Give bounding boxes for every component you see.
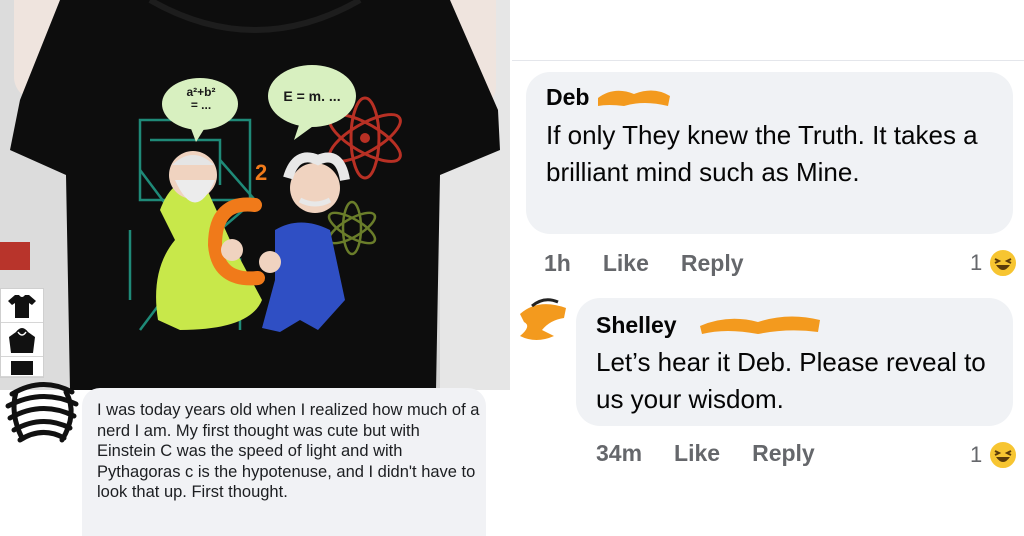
product-photo: a²+b² = ... E = m. ... 2 C <box>0 0 510 390</box>
pythagoras-bubble-text: a²+b² = ... <box>186 85 216 112</box>
variant-swatches <box>0 288 44 378</box>
comment-actions: 34m Like Reply <box>596 440 847 467</box>
exponent-two: 2 <box>255 160 268 185</box>
reply-button[interactable]: Reply <box>752 440 815 467</box>
comment-text: If only They knew the Truth. It takes a … <box>546 120 978 187</box>
hoodie-icon[interactable] <box>1 323 43 357</box>
reply-button[interactable]: Reply <box>681 250 744 277</box>
name-redaction <box>700 316 820 334</box>
comment-actions: 1h Like Reply <box>544 250 776 277</box>
einstein-bubble-text: E = m. ... <box>283 88 341 104</box>
reaction-summary[interactable]: 1 <box>970 248 1019 278</box>
tshirt-icon[interactable] <box>1 289 43 323</box>
like-button[interactable]: Like <box>674 440 720 467</box>
divider <box>512 60 1024 61</box>
reaction-count: 1 <box>970 250 983 275</box>
comment-timestamp[interactable]: 34m <box>596 440 642 467</box>
comment-bubble: I was today years old when I realized ho… <box>82 388 486 536</box>
laughing-emoji-icon <box>988 248 1019 278</box>
comment-author[interactable]: Deb <box>546 84 589 111</box>
laughing-emoji-icon <box>988 440 1019 470</box>
redacted-avatar <box>520 298 566 340</box>
tshirt-graphic <box>10 0 500 390</box>
redacted-avatar <box>5 381 79 443</box>
reaction-count: 1 <box>970 442 983 467</box>
comment-text: Let’s hear it Deb. Please reveal to us y… <box>596 347 986 414</box>
like-button[interactable]: Like <box>603 250 649 277</box>
comment-author[interactable]: Shelley <box>596 312 677 339</box>
reaction-summary[interactable]: 1 <box>970 440 1019 470</box>
name-redaction <box>598 90 670 106</box>
comment-thread: Deb If only They knew the Truth. It take… <box>512 0 1024 536</box>
comment-timestamp[interactable]: 1h <box>544 250 571 277</box>
comment-text: I was today years old when I realized ho… <box>97 401 480 501</box>
